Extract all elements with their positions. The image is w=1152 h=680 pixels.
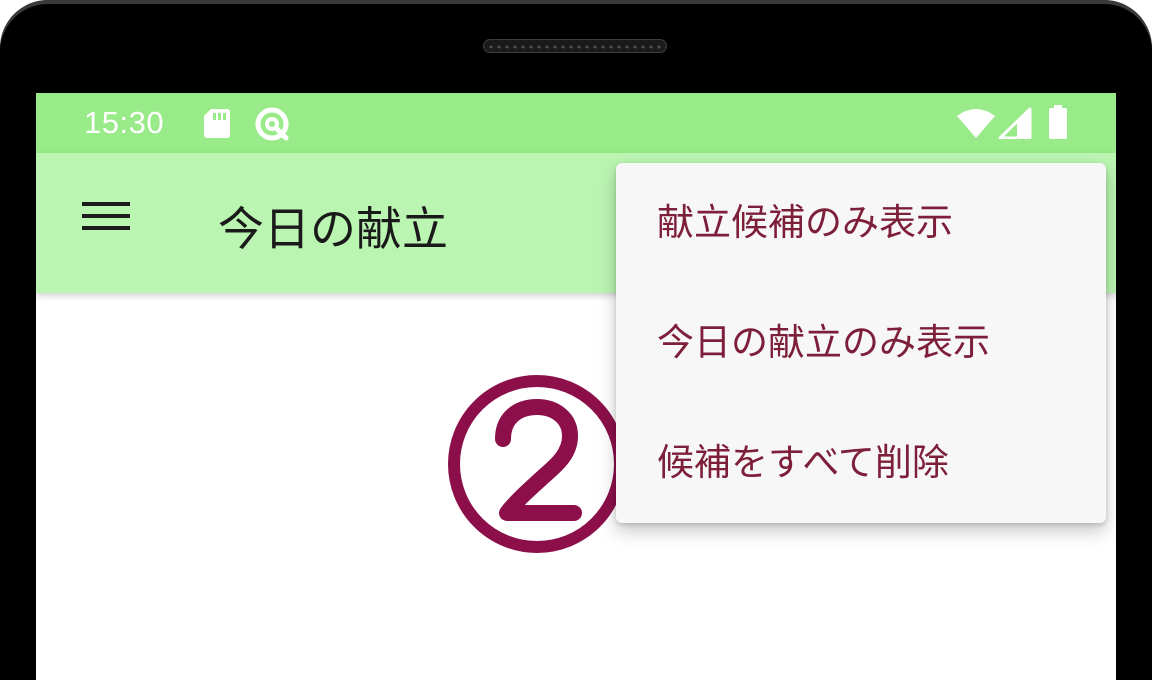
phone-frame: 15:30 今日の献立 献立候補のみ表示 今日の献立のみ表示 候補をすべて削除 [0,0,1152,680]
status-time: 15:30 [84,105,165,140]
earpiece-speaker [483,39,667,53]
menu-item-show-today-menu-only[interactable]: 今日の献立のみ表示 [616,283,1106,403]
menu-item-show-candidates-only[interactable]: 献立候補のみ表示 [616,163,1106,283]
battery-icon [1049,105,1067,139]
menu-item-delete-all-candidates[interactable]: 候補をすべて削除 [616,403,1106,523]
overflow-menu: 献立候補のみ表示 今日の献立のみ表示 候補をすべて削除 [616,163,1106,523]
step-number-annotation: 2 [448,375,626,553]
status-bar: 15:30 [36,93,1116,153]
hamburger-menu-icon[interactable] [66,189,146,259]
sd-card-icon [204,109,230,138]
signal-icon [998,107,1032,139]
sync-icon [255,107,289,141]
page-title: 今日の献立 [218,202,448,256]
wifi-icon [957,109,995,138]
device-screen: 15:30 今日の献立 献立候補のみ表示 今日の献立のみ表示 候補をすべて削除 [36,93,1116,680]
